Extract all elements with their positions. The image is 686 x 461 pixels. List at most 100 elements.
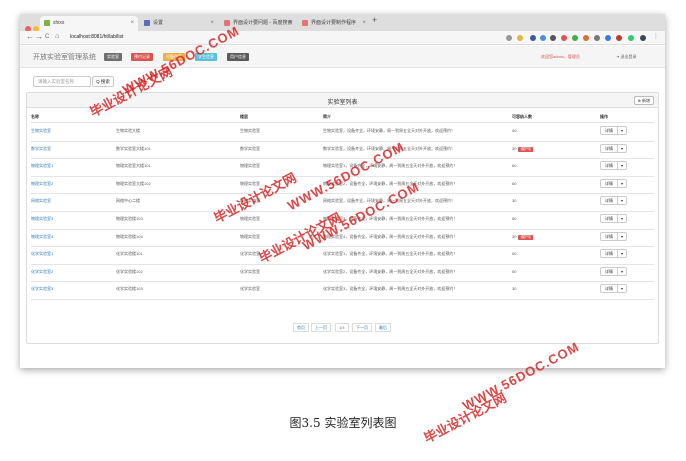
forward-icon[interactable]: → xyxy=(35,32,43,41)
lab-name-link[interactable]: 化学实验室1 xyxy=(31,251,53,257)
extension-icon[interactable] xyxy=(561,35,567,41)
details-label: 详情 xyxy=(601,179,618,187)
lab-capacity: 50 xyxy=(512,269,516,274)
capacity-value: 60 xyxy=(512,163,517,169)
extension-icon[interactable] xyxy=(572,35,578,41)
extension-icon[interactable] xyxy=(616,35,622,41)
tab-0[interactable]: shixs × xyxy=(40,16,138,31)
tab-close-icon[interactable]: × xyxy=(288,16,292,31)
lab-name-link[interactable]: 化学实验室2 xyxy=(31,269,53,275)
tab-1[interactable]: 设置 × xyxy=(140,16,218,31)
tab-3[interactable]: 界面设计要制作程序 × xyxy=(298,16,370,31)
logout-link[interactable]: ⇥ 退出登录 xyxy=(616,54,636,60)
details-dropdown-button[interactable]: 详情 ▾ xyxy=(600,161,628,171)
tab-favicon-icon xyxy=(144,20,150,26)
column-header: 可容纳人数 xyxy=(512,114,532,119)
tab-label: 设置 xyxy=(153,20,164,26)
lab-location: 物理实验室大楼102 xyxy=(116,180,151,186)
details-dropdown-button[interactable]: 详情 ▾ xyxy=(600,126,628,135)
caret-down-icon[interactable]: ▾ xyxy=(618,127,626,134)
extension-icon[interactable] xyxy=(530,35,536,41)
extension-icon[interactable] xyxy=(594,35,600,41)
caret-down-icon[interactable]: ▾ xyxy=(618,285,626,292)
pager-4[interactable]: 最后 xyxy=(375,323,391,332)
caret-down-icon[interactable]: ▾ xyxy=(618,233,626,240)
pager-3[interactable]: 下一页 xyxy=(352,323,372,332)
lab-name-link[interactable]: 数学实验室 xyxy=(31,146,51,152)
zoom-icon[interactable] xyxy=(506,35,512,41)
lab-type: 网络实验室 xyxy=(240,198,260,204)
extension-icon[interactable] xyxy=(583,35,589,41)
app-title[interactable]: 开放实验室管理系统 xyxy=(33,52,96,62)
reload-icon[interactable]: C xyxy=(45,34,49,40)
lab-type: 数学实验室 xyxy=(240,145,260,151)
nav-item-1[interactable]: 预约记录 xyxy=(131,53,153,61)
url-field[interactable]: localhost:8081/ht/lab/list xyxy=(70,34,123,40)
details-dropdown-button[interactable]: 详情 ▾ xyxy=(600,231,628,241)
tab-2[interactable]: 界面设计要问题 - 百度搜索 × xyxy=(220,16,296,31)
add-button[interactable]: ⊕ 新增 xyxy=(633,96,654,105)
extension-icon[interactable] xyxy=(605,35,611,41)
lab-type: 生物实验室 xyxy=(240,128,260,133)
profile-avatar[interactable] xyxy=(640,35,646,41)
caret-down-icon[interactable]: ▾ xyxy=(618,180,626,187)
tab-close-icon[interactable]: × xyxy=(362,16,366,31)
lab-name-link[interactable]: 物理实验室1 xyxy=(31,163,53,169)
back-icon[interactable]: ← xyxy=(26,32,34,41)
lab-name-link[interactable]: 化学实验室3 xyxy=(31,286,53,292)
details-label: 详情 xyxy=(601,215,618,222)
table-row: 生物实验室 生物实验大楼 生物实验室 生物实验室，设备齐全，环境安静，周一到周五全天对… xyxy=(31,123,654,141)
capacity-value: 40 xyxy=(512,128,517,133)
details-dropdown-button[interactable]: 详情 ▾ xyxy=(600,266,628,276)
details-label: 详情 xyxy=(601,267,618,275)
extension-icon[interactable] xyxy=(550,35,556,41)
lab-name-link[interactable]: 物理实验室2 xyxy=(31,181,53,187)
search-button[interactable]: Q 搜索 xyxy=(92,76,114,87)
lab-name-link[interactable]: 网络实验室 xyxy=(31,198,51,204)
caret-down-icon[interactable]: ▾ xyxy=(618,145,626,152)
pager-1[interactable]: 上一页 xyxy=(311,323,331,332)
lab-capacity: 40 xyxy=(512,128,516,133)
tab-close-icon[interactable]: × xyxy=(210,16,214,31)
details-dropdown-button[interactable]: 详情 ▾ xyxy=(600,249,628,259)
capacity-value: 50 xyxy=(512,251,517,257)
capacity-value: 30 xyxy=(512,198,517,204)
menu-icon[interactable]: ⋮ xyxy=(653,33,659,40)
caret-down-icon[interactable]: ▾ xyxy=(618,197,626,204)
bookmark-icon[interactable] xyxy=(517,35,523,41)
details-dropdown-button[interactable]: 详情 ▾ xyxy=(600,196,628,206)
app-header: 开放实验室管理系统 实验室 预约记录 设备信息 学生信息 用户信息 欢迎您admin，管… xyxy=(20,46,665,68)
lab-name-link[interactable]: 生物实验室 xyxy=(31,128,51,134)
extension-icon[interactable] xyxy=(628,35,634,41)
lab-capacity: 30 xyxy=(512,286,516,291)
pager-0[interactable]: 首页 xyxy=(293,323,309,332)
search-input[interactable]: 请输入实验室名称 xyxy=(33,76,91,87)
new-tab-button[interactable]: + xyxy=(372,15,377,25)
nav-item-4[interactable]: 用户信息 xyxy=(227,53,249,61)
lab-name-link[interactable]: 物理实验室3 xyxy=(31,216,53,222)
details-dropdown-button[interactable]: 详情 ▾ xyxy=(600,143,628,153)
nav-item-3[interactable]: 学生信息 xyxy=(195,53,217,61)
browser-screenshot: shixs × 设置 × 界面设计要问题 - 百度搜索 × 界面设计要制作程序 × + ← →… xyxy=(20,14,665,368)
tab-label: 界面设计要制作程序 xyxy=(311,20,357,26)
lab-type: 物理实验室 xyxy=(240,216,260,221)
caret-down-icon[interactable]: ▾ xyxy=(618,162,626,169)
lab-list-panel: 实验室列表 ⊕ 新增 名称 楼层 简介 可容纳人数 操作 生物实验室 生物实验大楼 生物实验室… xyxy=(26,92,659,344)
details-dropdown-button[interactable]: 详情 ▾ xyxy=(600,284,628,294)
details-dropdown-button[interactable]: 详情 ▾ xyxy=(600,178,628,188)
home-icon[interactable]: ⌂ xyxy=(55,33,59,40)
tab-close-icon[interactable]: × xyxy=(130,16,134,31)
details-dropdown-button[interactable]: 详情 ▾ xyxy=(600,214,628,223)
add-button-label: 新增 xyxy=(642,98,650,103)
details-label: 详情 xyxy=(601,197,618,205)
details-label: 详情 xyxy=(601,162,618,170)
caret-down-icon[interactable]: ▾ xyxy=(618,215,626,222)
lab-capacity: 30 维护中 xyxy=(512,146,534,152)
extension-icon[interactable] xyxy=(540,35,546,41)
nav-item-2[interactable]: 设备信息 xyxy=(163,53,185,61)
details-label: 详情 xyxy=(601,144,618,152)
nav-item-0[interactable]: 实验室 xyxy=(104,53,122,61)
caret-down-icon[interactable]: ▾ xyxy=(618,250,626,257)
caret-down-icon[interactable]: ▾ xyxy=(618,268,626,275)
lab-name-link[interactable]: 物理实验室4 xyxy=(31,234,53,240)
